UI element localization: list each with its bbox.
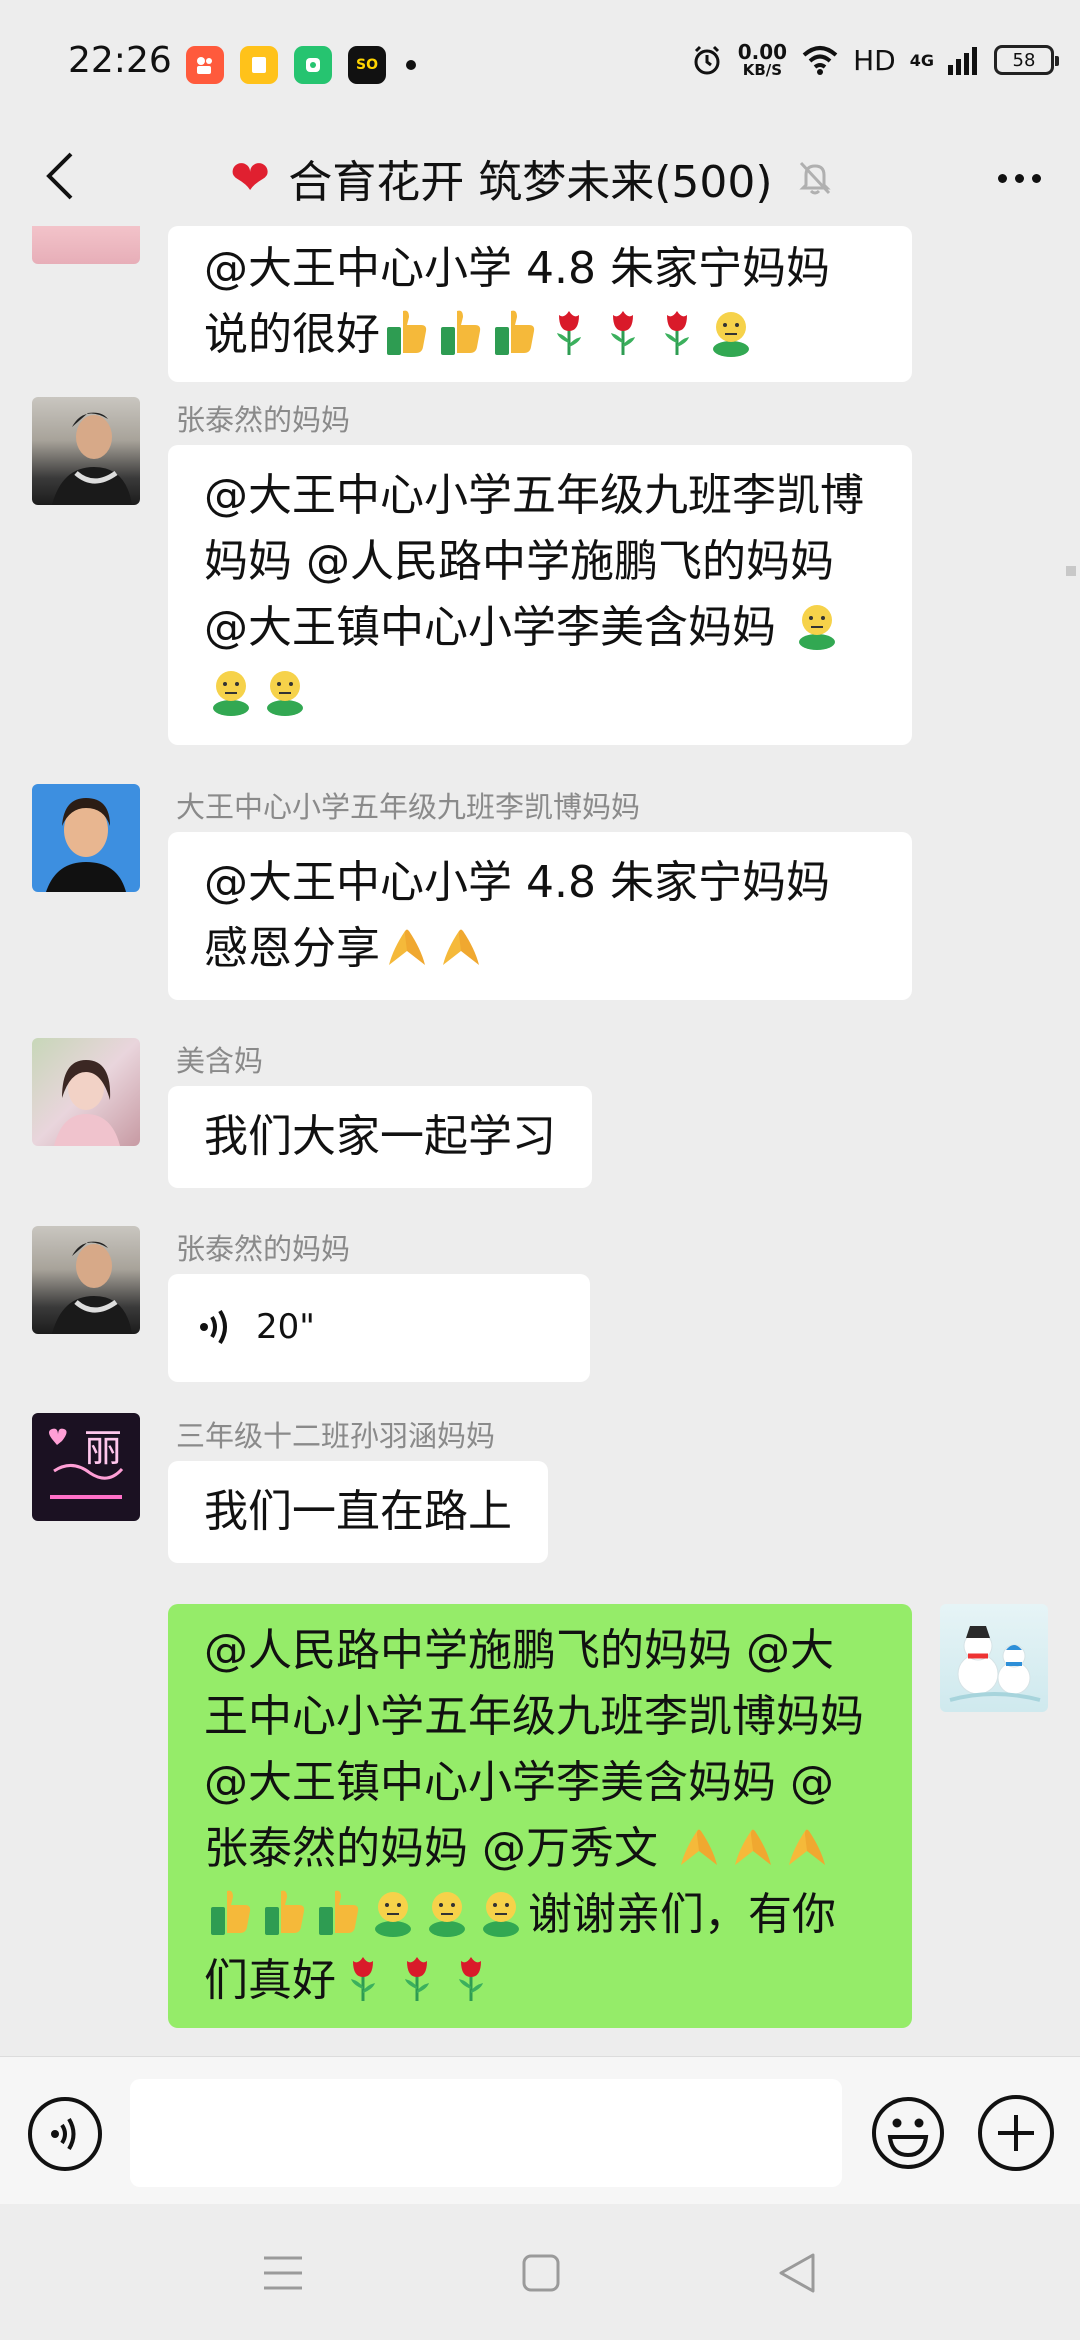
- chat-messages[interactable]: @大王中心小学 4.8 朱家宁妈妈 说的很好 张泰然的妈妈 @大王中心小学五年级…: [0, 226, 1080, 2056]
- voice-message-bubble[interactable]: 20": [168, 1274, 590, 1382]
- nav-home-button[interactable]: [516, 2250, 566, 2296]
- avatar[interactable]: [32, 397, 140, 505]
- page-title: 合育花开 筑梦未来(500): [288, 157, 773, 208]
- message-text: @大王中心小学 4.8 朱家宁妈妈 感恩分享: [204, 857, 830, 974]
- avatar[interactable]: [32, 1226, 140, 1334]
- back-button[interactable]: [30, 144, 90, 208]
- avatar-text: 丽: [84, 1426, 123, 1470]
- title-area: ❤ 合育花开 筑梦未来(500): [230, 130, 833, 226]
- thumbs-up-emoji: [491, 307, 539, 357]
- praying-hands-emoji: [675, 1821, 723, 1871]
- scroll-indicator[interactable]: [1066, 566, 1076, 576]
- message-bubble[interactable]: 我们一直在路上: [168, 1461, 548, 1563]
- menu-icon: [264, 2256, 302, 2290]
- avatar[interactable]: [32, 784, 140, 892]
- notification-icons: SO: [186, 46, 416, 84]
- sender-name: 美含妈: [176, 1044, 264, 1078]
- rose-emoji: [339, 1953, 387, 2003]
- smiley-icon: [872, 2097, 944, 2169]
- message-input[interactable]: [130, 2079, 842, 2187]
- avatar[interactable]: 丽: [32, 1413, 140, 1521]
- back-triangle-icon: [779, 2253, 815, 2293]
- thumbs-up-emoji: [207, 1887, 255, 1937]
- avatar[interactable]: [32, 226, 140, 264]
- rose-emoji: [393, 1953, 441, 2003]
- soul-app-icon: SO: [348, 46, 386, 84]
- heart-icon: ❤: [230, 150, 271, 206]
- status-indicators: 0.00 KB/S HD 4G 58: [690, 42, 1059, 78]
- more-functions-button[interactable]: [978, 2095, 1054, 2171]
- voice-row: 20": [198, 1294, 560, 1360]
- system-nav-bar: [0, 2204, 1080, 2340]
- rose-emoji: [653, 307, 701, 357]
- message-text: @大王中心小学五年级九班李凯博妈妈 @人民路中学施鹏飞的妈妈 @大王镇中心小学李…: [204, 470, 864, 653]
- face-emoji: [207, 666, 255, 716]
- notes-app-icon: [240, 46, 278, 84]
- signal-icon: [948, 47, 977, 75]
- avatar[interactable]: [32, 1038, 140, 1146]
- mute-bell-icon: [798, 161, 831, 195]
- face-emoji: [369, 1887, 417, 1937]
- nav-back-button[interactable]: [772, 2250, 822, 2296]
- face-emoji: [261, 666, 309, 716]
- my-message-bubble[interactable]: @人民路中学施鹏飞的妈妈 @大王中心小学五年级九班李凯博妈妈 @大王镇中心小学李…: [168, 1604, 912, 2028]
- nav-menu-button[interactable]: [258, 2250, 308, 2296]
- face-emoji: [477, 1887, 525, 1937]
- net-speed-unit: KB/S: [742, 61, 783, 79]
- rose-emoji: [599, 307, 647, 357]
- chevron-left-icon: [46, 152, 73, 200]
- rose-emoji: [447, 1953, 495, 2003]
- message-bubble[interactable]: @大王中心小学 4.8 朱家宁妈妈 感恩分享: [168, 832, 912, 1000]
- voice-wave-icon: [200, 1309, 227, 1345]
- message-text: 我们一直在路上: [204, 1486, 512, 1537]
- status-time: 22:26: [68, 40, 172, 81]
- input-bar: [0, 2056, 1080, 2204]
- praying-hands-emoji: [437, 921, 485, 971]
- battery-icon: 58: [994, 45, 1059, 75]
- sender-name: 大王中心小学五年级九班李凯博妈妈: [176, 790, 641, 824]
- message-bubble[interactable]: 我们大家一起学习: [168, 1086, 592, 1188]
- message-bubble[interactable]: @大王中心小学五年级九班李凯博妈妈 @人民路中学施鹏飞的妈妈 @大王镇中心小学李…: [168, 445, 912, 745]
- hd-indicator: HD: [853, 43, 896, 77]
- home-square-icon: [522, 2254, 560, 2292]
- plus-icon: [998, 2115, 1034, 2151]
- network-type: 4G: [909, 50, 934, 70]
- rose-emoji: [545, 307, 593, 357]
- praying-hands-emoji: [729, 1821, 777, 1871]
- sender-name: 张泰然的妈妈: [176, 1232, 351, 1266]
- message-bubble[interactable]: @大王中心小学 4.8 朱家宁妈妈 说的很好: [168, 226, 912, 382]
- wifi-icon: [802, 46, 838, 75]
- praying-hands-emoji: [383, 921, 431, 971]
- my-avatar[interactable]: [940, 1604, 1048, 1712]
- snowman-icon: [949, 1626, 1041, 1702]
- more-notifications-dot: [406, 60, 416, 70]
- face-emoji: [423, 1887, 471, 1937]
- sender-name: 三年级十二班孙羽涵妈妈: [176, 1419, 496, 1453]
- more-dot: [1014, 173, 1024, 183]
- net-speed: 0.00 KB/S: [738, 42, 787, 78]
- thumbs-up-emoji: [261, 1887, 309, 1937]
- chat-header: ❤ 合育花开 筑梦未来(500): [0, 130, 1080, 226]
- emoji-button[interactable]: [870, 2095, 946, 2171]
- net-speed-value: 0.00: [737, 40, 788, 64]
- voice-duration: 20": [256, 1307, 315, 1347]
- praying-hands-emoji: [783, 1821, 831, 1871]
- thumbs-up-emoji: [437, 307, 485, 357]
- thumbs-up-emoji: [383, 307, 431, 357]
- face-emoji: [707, 307, 755, 357]
- green-app-icon: [294, 46, 332, 84]
- status-bar: 22:26 SO 0.00 KB/S HD 4G 58: [0, 0, 1080, 130]
- alarm-icon: [694, 45, 720, 75]
- thumbs-up-emoji: [315, 1887, 363, 1937]
- more-dot: [997, 173, 1007, 183]
- kuaishou-icon: [186, 46, 224, 84]
- voice-input-button[interactable]: [28, 2097, 102, 2171]
- battery-level: 58: [1012, 49, 1036, 71]
- voice-wave-icon: [51, 2117, 76, 2151]
- sender-name: 张泰然的妈妈: [176, 403, 351, 437]
- more-dot: [1031, 173, 1041, 183]
- more-options-button[interactable]: [984, 150, 1054, 206]
- message-text: 我们大家一起学习: [204, 1111, 556, 1162]
- face-emoji: [793, 600, 841, 650]
